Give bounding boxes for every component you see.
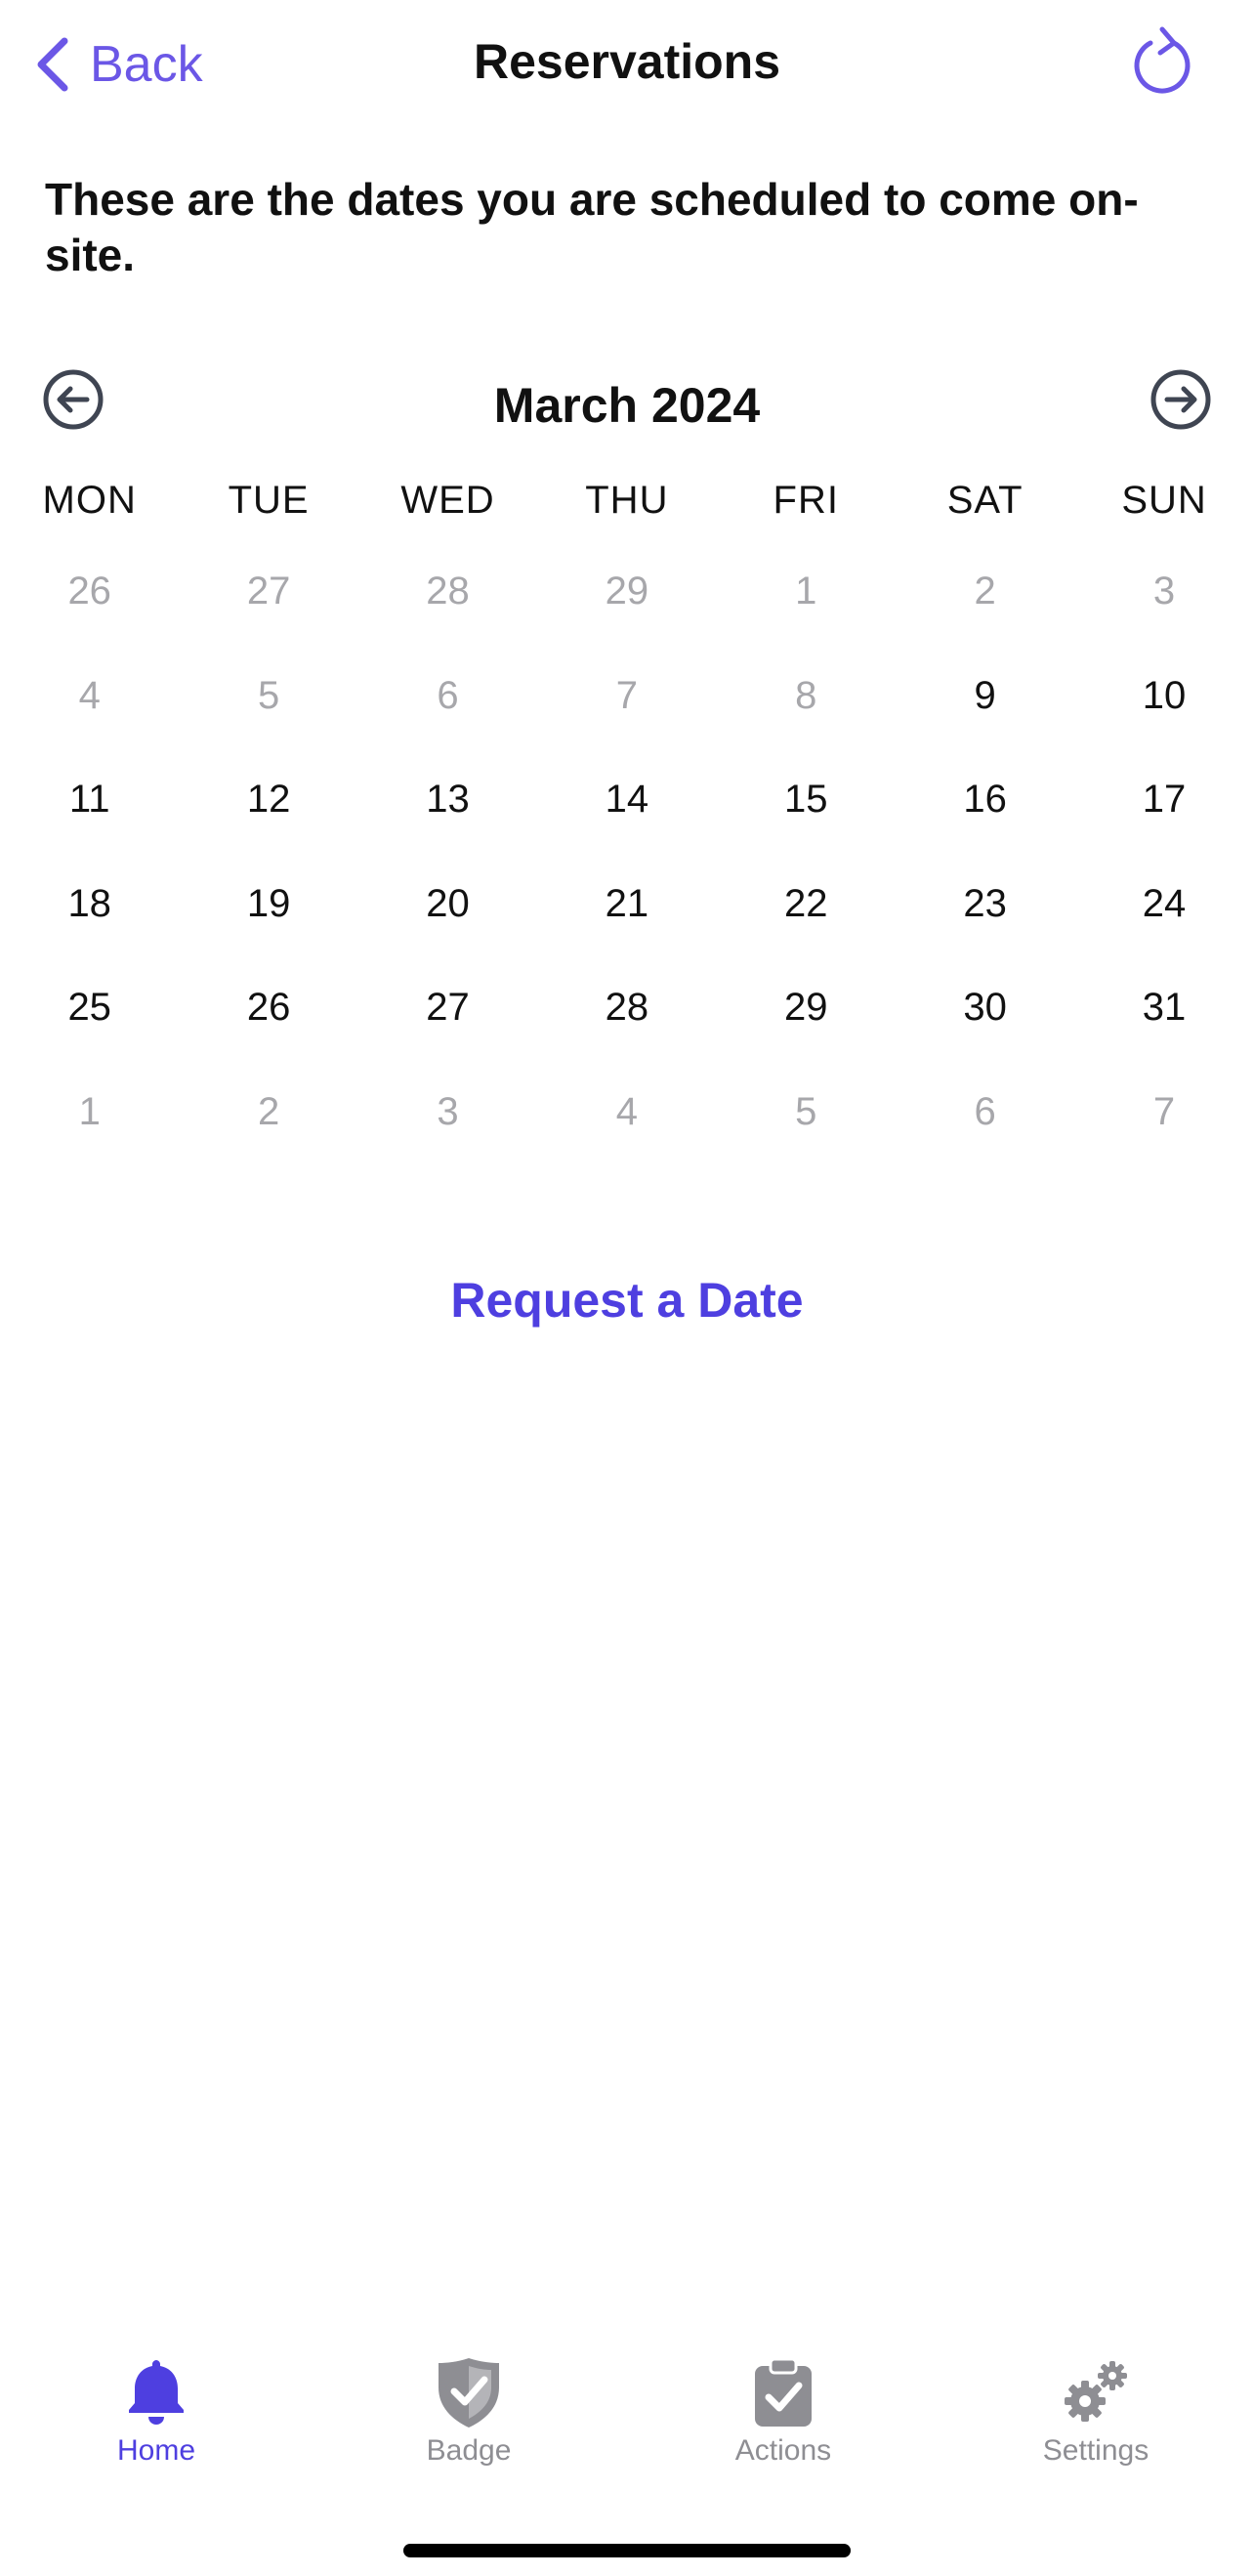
calendar-day[interactable]: 5 — [717, 1087, 896, 1136]
gears-icon — [1065, 2361, 1127, 2422]
calendar-day[interactable]: 23 — [896, 879, 1074, 928]
calendar-week: 11 12 13 14 15 16 17 — [0, 775, 1254, 879]
calendar-day[interactable]: 10 — [1074, 671, 1253, 720]
tab-label: Badge — [426, 2434, 512, 2467]
refresh-button[interactable] — [1123, 21, 1201, 100]
calendar-day[interactable]: 21 — [537, 879, 716, 928]
tab-label: Settings — [1042, 2434, 1150, 2467]
calendar-day[interactable]: 11 — [0, 775, 179, 823]
next-month-button[interactable] — [1149, 367, 1213, 432]
calendar-day[interactable]: 3 — [1074, 567, 1253, 615]
shield-check-icon — [439, 2358, 499, 2428]
calendar-day[interactable]: 1 — [717, 567, 896, 615]
calendar-day[interactable]: 2 — [896, 567, 1074, 615]
calendar-day[interactable]: 17 — [1074, 775, 1253, 823]
calendar-week: 18 19 20 21 22 23 24 — [0, 879, 1254, 984]
tab-actions[interactable]: Actions — [686, 2354, 881, 2468]
weekday-label: TUE — [228, 479, 310, 522]
calendar-day[interactable]: 27 — [358, 983, 537, 1032]
calendar-day[interactable]: 31 — [1074, 983, 1253, 1032]
request-date-button[interactable]: Request a Date — [0, 1272, 1254, 1329]
calendar-day[interactable]: 13 — [358, 775, 537, 823]
weekday-label: SAT — [946, 479, 1024, 522]
weekday-label: WED — [400, 479, 495, 522]
tab-label: Home — [116, 2434, 196, 2467]
weekday-header-row: MON TUE WED THU FRI SAT SUN — [0, 479, 1254, 523]
tab-label: Actions — [734, 2434, 832, 2467]
calendar-day[interactable]: 6 — [896, 1087, 1074, 1136]
calendar-day[interactable]: 20 — [358, 879, 537, 928]
navigation-bar: Back Reservations — [0, 0, 1254, 137]
calendar-day[interactable]: 28 — [358, 567, 537, 615]
home-indicator — [403, 2544, 851, 2557]
calendar-day[interactable]: 19 — [179, 879, 357, 928]
calendar-day[interactable]: 25 — [0, 983, 179, 1032]
refresh-icon — [1134, 26, 1191, 94]
calendar-week: 25 26 27 28 29 30 31 — [0, 983, 1254, 1087]
arrow-right-circle-icon — [1150, 369, 1211, 430]
clipboard-check-icon — [755, 2357, 812, 2427]
calendar-day[interactable]: 18 — [0, 879, 179, 928]
weekday-label: FRI — [773, 479, 839, 522]
calendar-day[interactable]: 22 — [717, 879, 896, 928]
calendar-day[interactable]: 15 — [717, 775, 896, 823]
calendar-day[interactable]: 16 — [896, 775, 1074, 823]
calendar-day[interactable]: 8 — [717, 671, 896, 720]
calendar-day[interactable]: 29 — [537, 567, 716, 615]
weekday-label: THU — [585, 479, 669, 522]
weekday-label: SUN — [1121, 479, 1207, 522]
calendar-day[interactable]: 4 — [537, 1087, 716, 1136]
calendar-day[interactable]: 3 — [358, 1087, 537, 1136]
calendar-day[interactable]: 26 — [0, 567, 179, 615]
month-title: March 2024 — [493, 378, 761, 433]
calendar-day[interactable]: 1 — [0, 1087, 179, 1136]
calendar-grid: 26 27 28 29 1 2 3 4 5 6 7 8 9 10 11 12 1… — [0, 567, 1254, 1192]
tab-badge[interactable]: Badge — [371, 2354, 566, 2468]
calendar-week: 4 5 6 7 8 9 10 — [0, 671, 1254, 776]
tab-settings[interactable]: Settings — [998, 2354, 1193, 2468]
calendar-day[interactable]: 4 — [0, 671, 179, 720]
intro-text: These are the dates you are scheduled to… — [45, 174, 1139, 280]
calendar-day[interactable]: 26 — [179, 983, 357, 1032]
bell-icon — [129, 2360, 184, 2425]
calendar-day[interactable]: 29 — [717, 983, 896, 1032]
calendar-day[interactable]: 24 — [1074, 879, 1253, 928]
weekday-label: MON — [42, 479, 137, 522]
calendar-week: 1 2 3 4 5 6 7 — [0, 1087, 1254, 1192]
calendar-day[interactable]: 2 — [179, 1087, 357, 1136]
tab-bar: Home Badge Actions Settings — [0, 2335, 1254, 2491]
calendar-day[interactable]: 7 — [1074, 1087, 1253, 1136]
calendar-day[interactable]: 30 — [896, 983, 1074, 1032]
calendar-day[interactable]: 9 — [896, 671, 1074, 720]
calendar-day[interactable]: 5 — [179, 671, 357, 720]
calendar-day[interactable]: 28 — [537, 983, 716, 1032]
calendar-day[interactable]: 6 — [358, 671, 537, 720]
calendar-day[interactable]: 7 — [537, 671, 716, 720]
calendar-day[interactable]: 14 — [537, 775, 716, 823]
calendar-week: 26 27 28 29 1 2 3 — [0, 567, 1254, 671]
page-title: Reservations — [473, 34, 781, 89]
calendar-day[interactable]: 12 — [179, 775, 357, 823]
calendar-day[interactable]: 27 — [179, 567, 357, 615]
tab-home[interactable]: Home — [59, 2354, 254, 2468]
